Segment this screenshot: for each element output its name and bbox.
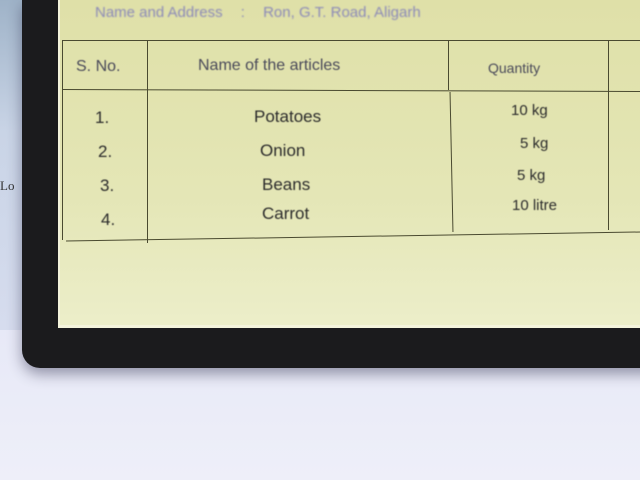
table-left-rule: [62, 40, 63, 240]
col-divider-3: [608, 40, 609, 230]
row-1-quantity: 10 kg: [511, 102, 548, 119]
name-address-separator: :: [240, 4, 245, 21]
partial-text: Lo: [0, 178, 15, 193]
row-4-article: Carrot: [262, 204, 310, 223]
col-divider-2: [448, 40, 449, 90]
row-3-article: Beans: [262, 175, 311, 194]
name-address-line: Name and Address : Ron, G.T. Road, Aliga…: [95, 4, 435, 21]
header-articles: Name of the articles: [198, 57, 341, 74]
display-screen: [58, 0, 640, 328]
row-4-sno: 4.: [101, 210, 116, 229]
row-2-quantity: 5 kg: [520, 135, 549, 152]
row-3-quantity: 5 kg: [517, 167, 546, 184]
header-quantity: Quantity: [488, 60, 541, 76]
name-address-value: Ron, G.T. Road, Aligarh: [263, 4, 421, 21]
row-4-quantity: 10 litre: [512, 197, 558, 214]
row-2-sno: 2.: [98, 142, 113, 161]
row-2-article: Onion: [260, 141, 306, 160]
name-address-label: Name and Address: [95, 4, 223, 21]
col-divider-1: [147, 40, 148, 243]
row-1-article: Potatoes: [254, 107, 322, 126]
header-sno: S. No.: [76, 58, 121, 75]
row-3-sno: 3.: [100, 176, 115, 195]
row-1-sno: 1.: [95, 108, 110, 127]
table-top-rule: [62, 40, 640, 41]
